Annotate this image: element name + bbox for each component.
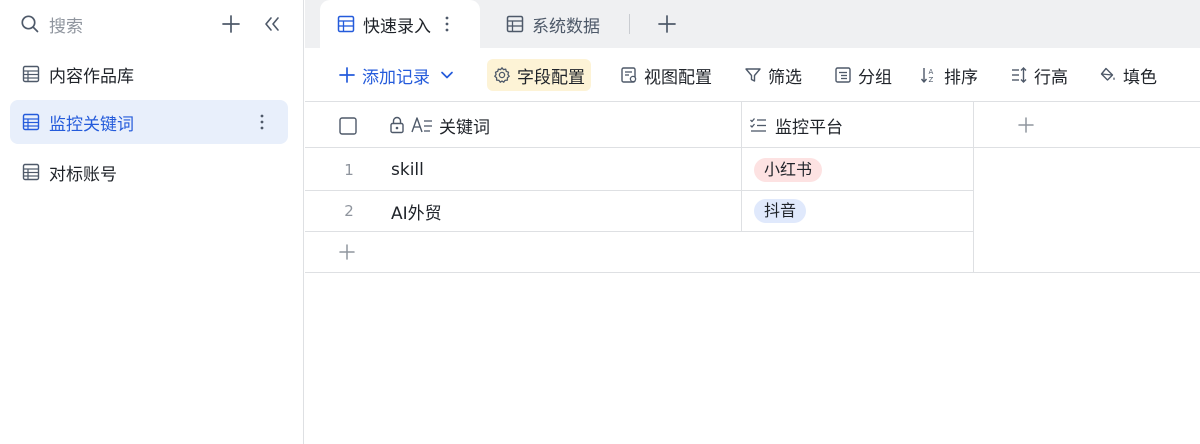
- sort-icon: AZ: [920, 66, 938, 84]
- search-placeholder: 搜索: [49, 16, 83, 37]
- add-table-button[interactable]: [219, 12, 243, 36]
- svg-text:A: A: [929, 68, 934, 76]
- column-header-platform[interactable]: 监控平台: [749, 102, 843, 148]
- main-area: 快速录入 系统数据 添加记录 字段配置 视图配置 筛选 分组 A Z 排序 行高…: [305, 0, 1200, 444]
- sidebar-item-label: 对标账号: [49, 164, 117, 185]
- table-icon: [22, 65, 40, 83]
- tab-more-icon[interactable]: [445, 16, 449, 32]
- tab-system-data[interactable]: 系统数据: [506, 0, 600, 48]
- view-tab-bar: 快速录入 系统数据: [305, 0, 1200, 48]
- platform-tag: 抖音: [754, 199, 807, 223]
- sidebar-header: 搜索: [0, 0, 304, 48]
- sidebar-item-content-library[interactable]: 内容作品库: [10, 52, 288, 96]
- keyword-cell[interactable]: AI外贸: [391, 191, 442, 231]
- sidebar-item-benchmark-accounts[interactable]: 对标账号: [10, 150, 288, 194]
- plus-icon: [657, 14, 677, 34]
- sidebar-item-monitor-keywords[interactable]: 监控关键词: [10, 100, 288, 144]
- platform-cell[interactable]: 抖音: [754, 191, 807, 231]
- column-header-label: 监控平台: [775, 117, 843, 138]
- tab-label: 系统数据: [532, 16, 600, 37]
- sort-button[interactable]: AZ 排序: [914, 59, 984, 91]
- sort-label: 排序: [944, 67, 978, 88]
- keyword-cell[interactable]: skill: [391, 149, 424, 190]
- view-config-icon: [620, 66, 638, 84]
- column-divider: [973, 102, 974, 272]
- text-field-icon: [411, 116, 433, 134]
- view-config-button[interactable]: 视图配置: [614, 59, 718, 91]
- view-config-label: 视图配置: [644, 67, 712, 88]
- sidebar-item-label: 内容作品库: [49, 66, 134, 87]
- sidebar-search[interactable]: 搜索: [20, 12, 83, 37]
- plus-icon: [338, 243, 356, 261]
- lock-icon: [389, 116, 405, 134]
- multi-select-icon: [749, 116, 767, 134]
- sidebar-item-label: 监控关键词: [49, 114, 134, 135]
- column-divider: [741, 102, 742, 231]
- grid-view-icon: [337, 15, 355, 33]
- add-row-button[interactable]: [337, 242, 357, 262]
- filter-label: 筛选: [768, 67, 802, 88]
- platform-tag: 小红书: [754, 157, 823, 182]
- row-height-label: 行高: [1034, 67, 1068, 88]
- plus-icon: [221, 14, 241, 34]
- row-height-icon: [1010, 66, 1028, 84]
- collapse-icon: [262, 14, 282, 34]
- table-icon: [22, 163, 40, 181]
- tab-quick-entry[interactable]: 快速录入: [320, 0, 480, 48]
- field-config-label: 字段配置: [517, 67, 585, 88]
- table-icon: [22, 113, 40, 131]
- collapse-sidebar-button[interactable]: [260, 12, 284, 36]
- add-record-label: 添加记录: [362, 67, 430, 88]
- fill-label: 填色: [1123, 67, 1157, 88]
- chevron-down-icon[interactable]: [440, 68, 454, 82]
- select-all-checkbox[interactable]: [339, 116, 359, 136]
- row-height-button[interactable]: 行高: [1004, 59, 1074, 91]
- gear-icon: [493, 66, 511, 84]
- row-number: 2: [344, 202, 354, 220]
- group-icon: [834, 66, 852, 84]
- add-record-button[interactable]: 添加记录: [332, 59, 460, 91]
- more-icon: [260, 114, 264, 130]
- group-label: 分组: [858, 67, 892, 88]
- tab-divider: [629, 14, 630, 34]
- filter-button[interactable]: 筛选: [738, 59, 808, 91]
- plus-icon: [1017, 116, 1035, 134]
- column-header-keyword[interactable]: 关键词: [389, 102, 490, 148]
- plus-icon: [338, 66, 356, 84]
- tab-label: 快速录入: [363, 16, 431, 37]
- add-view-button[interactable]: [655, 0, 679, 48]
- sidebar: 搜索 内容作品库 监控关键词 对标账号: [0, 0, 304, 444]
- field-config-button[interactable]: 字段配置: [487, 59, 591, 91]
- svg-text:Z: Z: [929, 76, 934, 84]
- search-icon: [20, 14, 40, 34]
- add-column-button[interactable]: [1016, 115, 1036, 135]
- grid-view-icon: [506, 15, 524, 33]
- platform-cell[interactable]: 小红书: [754, 149, 823, 190]
- sidebar-item-more-button[interactable]: [250, 110, 274, 134]
- column-header-label: 关键词: [439, 117, 490, 138]
- data-grid: 关键词 监控平台 1 skill 小红书 2 AI外贸 抖音: [305, 102, 1200, 444]
- row-number: 1: [344, 160, 354, 179]
- grid-bottom-border: [305, 272, 1200, 273]
- filter-icon: [744, 66, 762, 84]
- toolbar: 添加记录 字段配置 视图配置 筛选 分组 A Z 排序 行高 填色: [305, 48, 1200, 102]
- group-button[interactable]: 分组: [828, 59, 898, 91]
- fill-color-button[interactable]: 填色: [1093, 59, 1163, 91]
- fill-icon: [1099, 66, 1117, 84]
- row-divider: [305, 231, 973, 232]
